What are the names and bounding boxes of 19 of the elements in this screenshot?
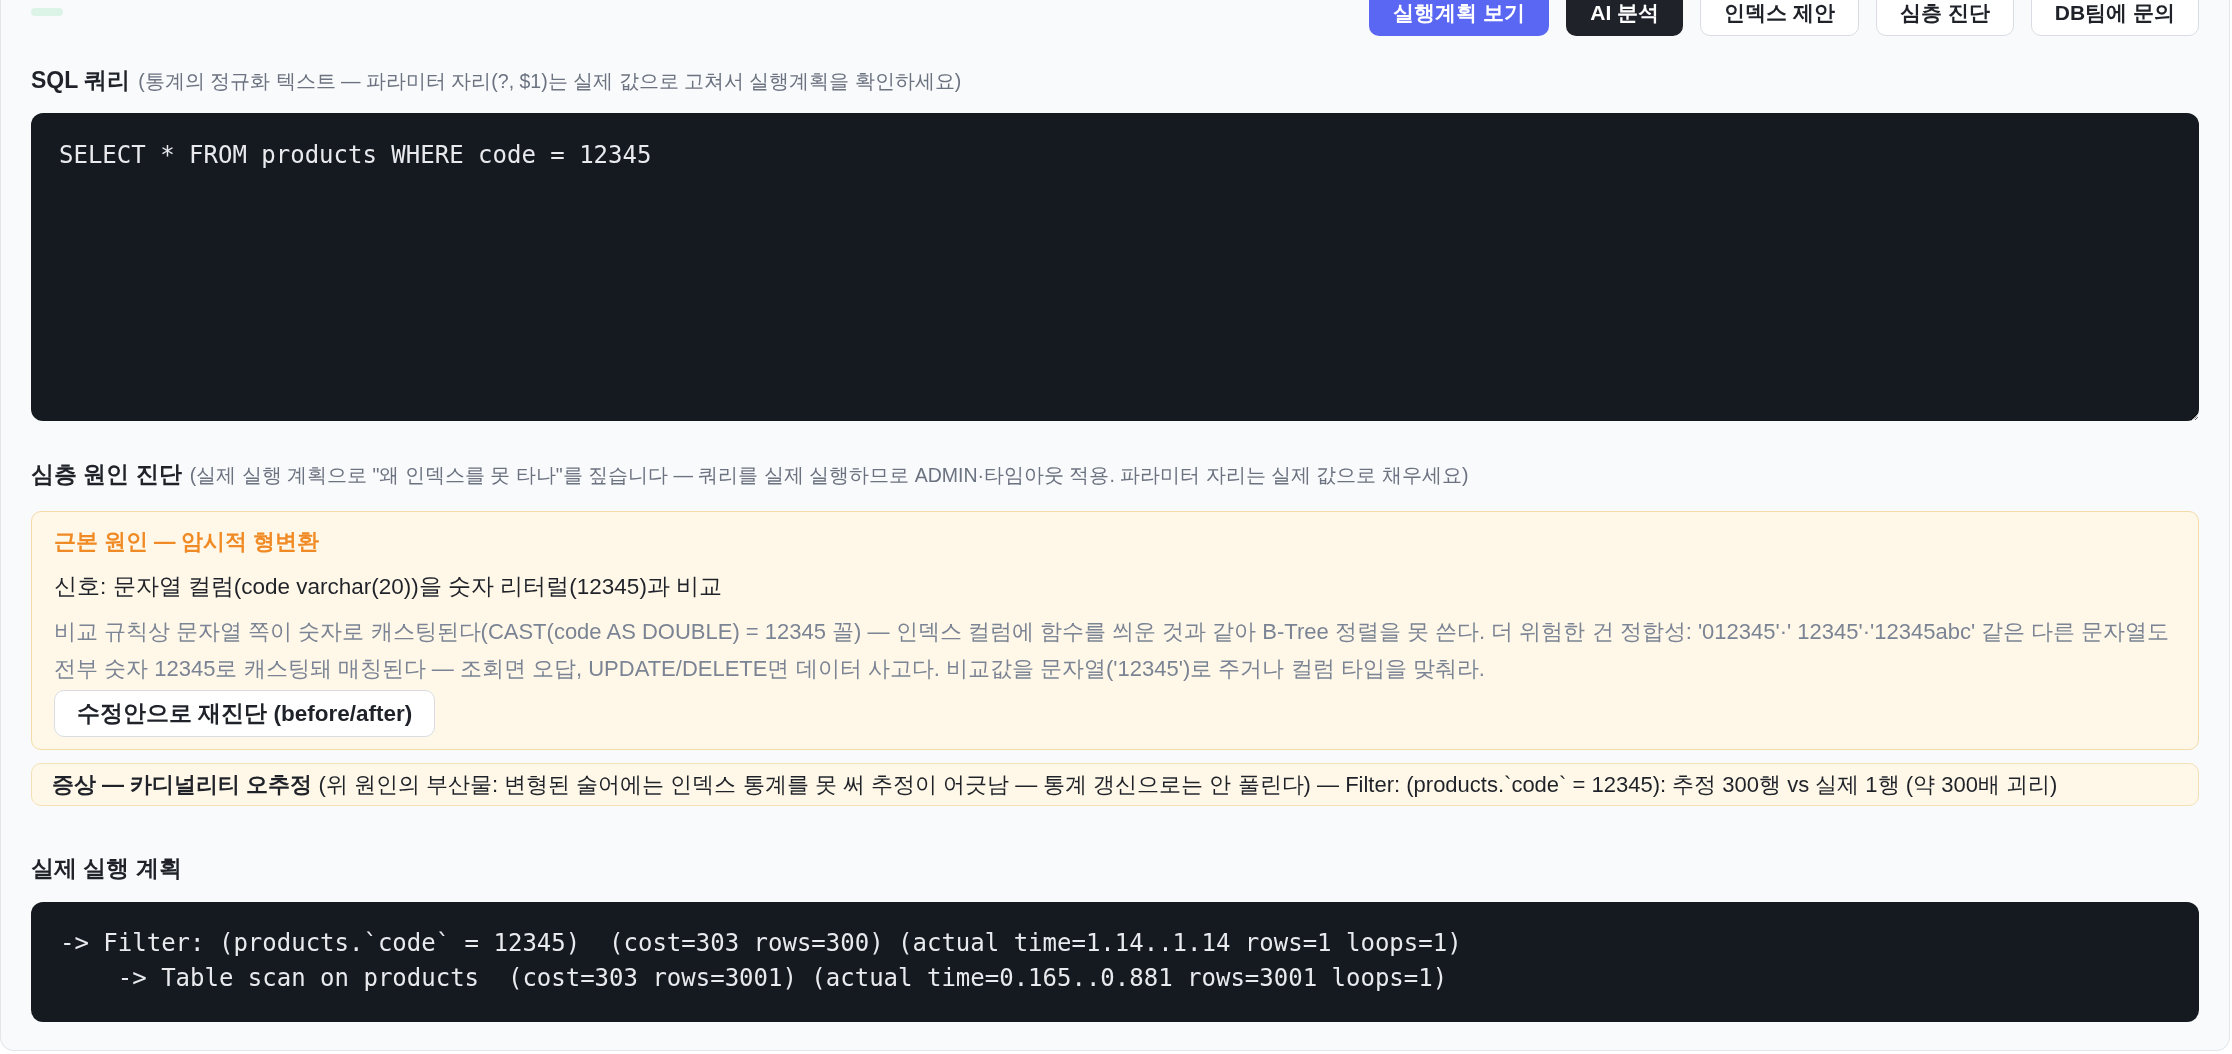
toolbar-button[interactable]: 실행계획 보기 — [1369, 0, 1550, 36]
symptom-text: 증상 — 카디널리티 오추정 (위 원인의 부산물: 변형된 술어에는 인덱스 통계를 못 써 추정이 어긋남 — 통계 갱신으로는 안 풀린다) — Filter: (products.`code` = 12345): 추정 300행 vs 실제 1행 (약 300배 괴리) — [52, 771, 2058, 799]
signal-text: 신호: 문자열 컬럼(code varchar(20))을 숫자 리터럴(12345)과 비교 — [54, 573, 723, 601]
section-hint: (실제 실행 계획으로 "왜 인덱스를 못 타나"를 짚습니다 — 쿼리를 실제 실행하므로 ADMIN·타임아웃 적용. 파라미터 자리는 실제 값으로 채우세요) — [189, 463, 1469, 488]
pill-icon — [31, 8, 63, 16]
explanation-text: 비교 규칙상 문자열 쪽이 숫자로 캐스팅된다(CAST(code AS DOUBLE) = 12345 꼴) — 인덱스 컬럼에 함수를 씌운 것과 같아 B-Tree 정렬을 못 쓴다. 더 위험한 건 정합성: '012345'·' 12345'·'12345abc' 같은 다른 문자열도 전부 숫자 12345로 캐스팅돼 매칭된다 — 조회면 오답, UPDATE/DELETE면 데이터 사고다. 비교값을 문자열('12345')로 주거나 컬럼 타입을 맞춰라. — [54, 618, 2171, 683]
sql-query-field[interactable]: SELECT * FROM products WHERE code = 12345 — [31, 113, 2199, 421]
section-title: 심층 원인 진단 — [31, 460, 182, 489]
section-hint: (통계의 정규화 텍스트 — 파라미터 자리(?, $1)는 실제 값으로 고쳐서 실행계획을 확인하세요) — [138, 69, 962, 94]
section-title: 실제 실행 계획 — [31, 854, 182, 883]
plan-line: -> Filter: (products.`code` = 12345) (cost=303 rows=300) (actual time=1.14..1.14 rows=1 loops=1) — [60, 928, 1463, 959]
toolbar-button[interactable]: 심층 진단 — [1876, 0, 2014, 36]
plan-line: -> Table scan on products (cost=303 rows=3001) (actual time=0.165..0.881 rows=3001 loops=1) — [116, 963, 1449, 994]
root-cause-title: 근본 원인 — 암시적 형변환 — [54, 529, 320, 556]
toolbar-button[interactable]: AI 분석 — [1566, 0, 1684, 36]
section-title: SQL 쿼리 — [31, 66, 131, 95]
toolbar-button[interactable]: 인덱스 제안 — [1700, 0, 1859, 36]
toolbar-button[interactable]: DB팀에 문의 — [2030, 0, 2199, 36]
rediagnose-button[interactable]: 수정안으로 재진단 (before/after) — [54, 690, 436, 737]
